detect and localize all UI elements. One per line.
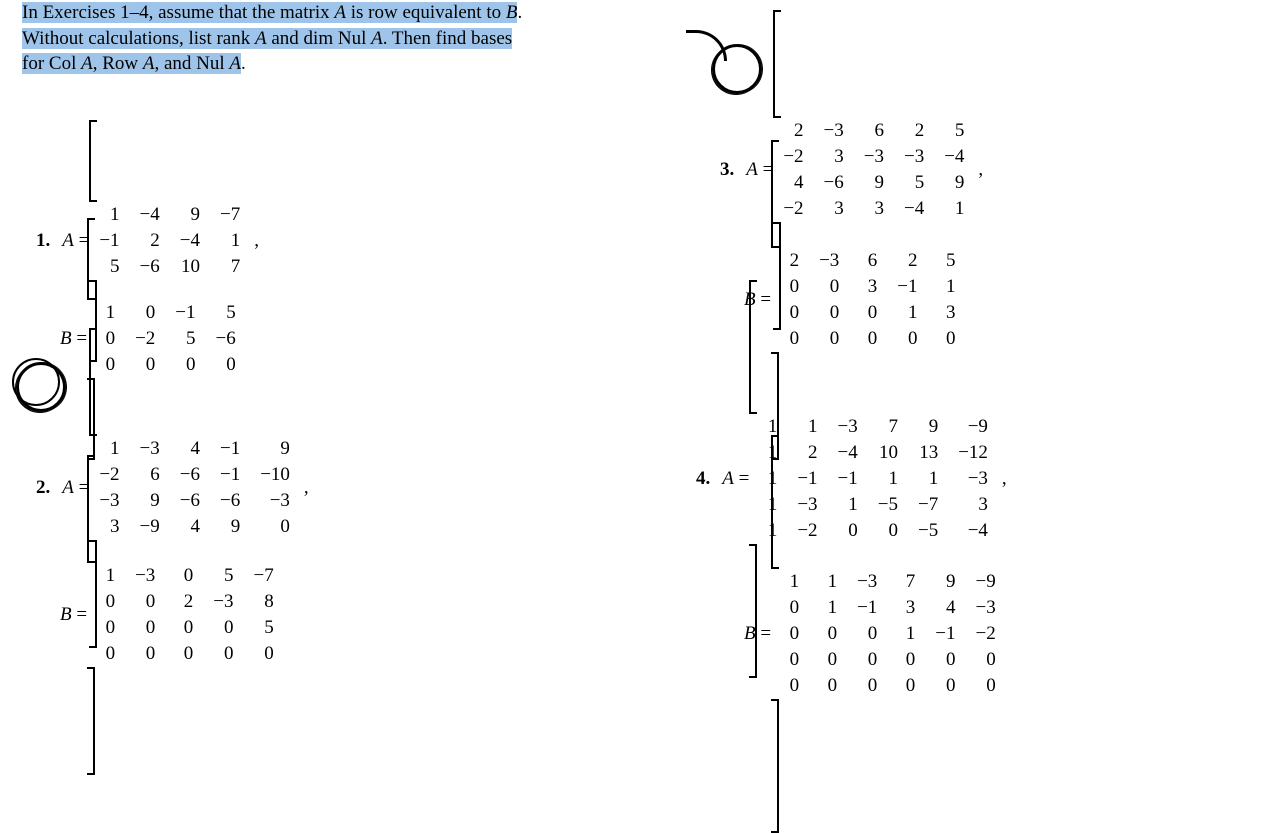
instr-line1: In Exercises 1–4, assume that the matrix… <box>22 2 517 23</box>
matrix-cell: 7 <box>887 569 925 595</box>
matrix-cell: 1 <box>809 595 847 621</box>
problem-2-label: 2. <box>36 477 50 499</box>
problem-2-B: B = 1−305−7002−380000500000 <box>60 455 284 775</box>
matrix-cell: 0 <box>87 615 125 641</box>
matrix-cell: −3 <box>125 563 165 589</box>
matrix-cell: 0 <box>125 615 165 641</box>
matrix-B4: 11−379−901−134−30001−1−2000000000000 <box>771 435 1006 833</box>
problem-1-label: 1. <box>36 230 50 252</box>
matrix-cell: 0 <box>925 647 965 673</box>
matrix-cell: −2 <box>966 621 1006 647</box>
exercise-instructions: In Exercises 1–4, assume that the matrix… <box>22 0 682 77</box>
matrix-cell: −7 <box>244 563 284 589</box>
matrix-cell: 0 <box>87 589 125 615</box>
matrix-cell: 0 <box>203 615 243 641</box>
matrix-cell: 0 <box>203 641 243 667</box>
circle-annotation-2-inner <box>12 358 60 406</box>
matrix-cell: 0 <box>887 647 925 673</box>
matrix-cell: 1 <box>87 563 125 589</box>
matrix-cell: 0 <box>966 647 1006 673</box>
matrix-cell: −3 <box>966 595 1006 621</box>
matrix-cell: 6 <box>849 248 887 274</box>
matrix-cell: 0 <box>125 641 165 667</box>
matrix-cell: 0 <box>887 673 925 699</box>
matrix-cell: 9 <box>925 569 965 595</box>
matrix-cell: 2 <box>771 248 809 274</box>
matrix-cell: 0 <box>809 673 847 699</box>
matrix-cell: 0 <box>966 673 1006 699</box>
matrix-cell: 0 <box>771 647 809 673</box>
matrix-cell: 0 <box>244 641 284 667</box>
matrix-cell: −1 <box>925 621 965 647</box>
instr-line2: Without calculations, list rank A and di… <box>22 28 512 49</box>
matrix-cell: 2 <box>165 589 203 615</box>
matrix-cell: 0 <box>771 595 809 621</box>
matrix-cell: 5 <box>206 300 246 326</box>
problem-3-label: 3. <box>720 159 734 181</box>
matrix-cell: −3 <box>809 248 849 274</box>
problem-4-label: 4. <box>696 468 710 490</box>
matrix-cell: 0 <box>87 641 125 667</box>
page: { "instructions": { "line1_a": "In Exerc… <box>0 0 1264 624</box>
matrix-cell: −9 <box>966 569 1006 595</box>
instr-line3: for Col A, Row A, and Nul A <box>22 53 241 74</box>
matrix-cell: 1 <box>887 621 925 647</box>
matrix-cell: 5 <box>928 248 966 274</box>
matrix-cell: −3 <box>203 589 243 615</box>
matrix-cell: 0 <box>165 641 203 667</box>
matrix-cell: 3 <box>887 595 925 621</box>
matrix-B2: 1−305−7002−380000500000 <box>87 455 284 775</box>
matrix-cell: 0 <box>847 673 887 699</box>
matrix-cell: 0 <box>165 615 203 641</box>
matrix-cell: 0 <box>125 300 165 326</box>
matrix-cell: −1 <box>165 300 205 326</box>
matrix-cell: 4 <box>925 595 965 621</box>
matrix-cell: 0 <box>809 621 847 647</box>
matrix-cell: 5 <box>203 563 243 589</box>
matrix-cell: −3 <box>847 569 887 595</box>
matrix-cell: 0 <box>125 589 165 615</box>
matrix-cell: 8 <box>244 589 284 615</box>
matrix-cell: 1 <box>809 569 847 595</box>
matrix-cell: 0 <box>847 621 887 647</box>
matrix-cell: 0 <box>925 673 965 699</box>
matrix-cell: −1 <box>847 595 887 621</box>
matrix-cell: 1 <box>771 569 809 595</box>
matrix-cell: 0 <box>771 673 809 699</box>
matrix-cell: 2 <box>887 248 927 274</box>
matrix-cell: 0 <box>809 647 847 673</box>
matrix-cell: 5 <box>244 615 284 641</box>
matrix-cell: 1 <box>87 300 125 326</box>
matrix-cell: 0 <box>847 647 887 673</box>
problem-4-B: B = 11−379−901−134−30001−1−2000000000000 <box>744 435 1006 833</box>
matrix-cell: 0 <box>771 621 809 647</box>
matrix-cell: 0 <box>165 563 203 589</box>
